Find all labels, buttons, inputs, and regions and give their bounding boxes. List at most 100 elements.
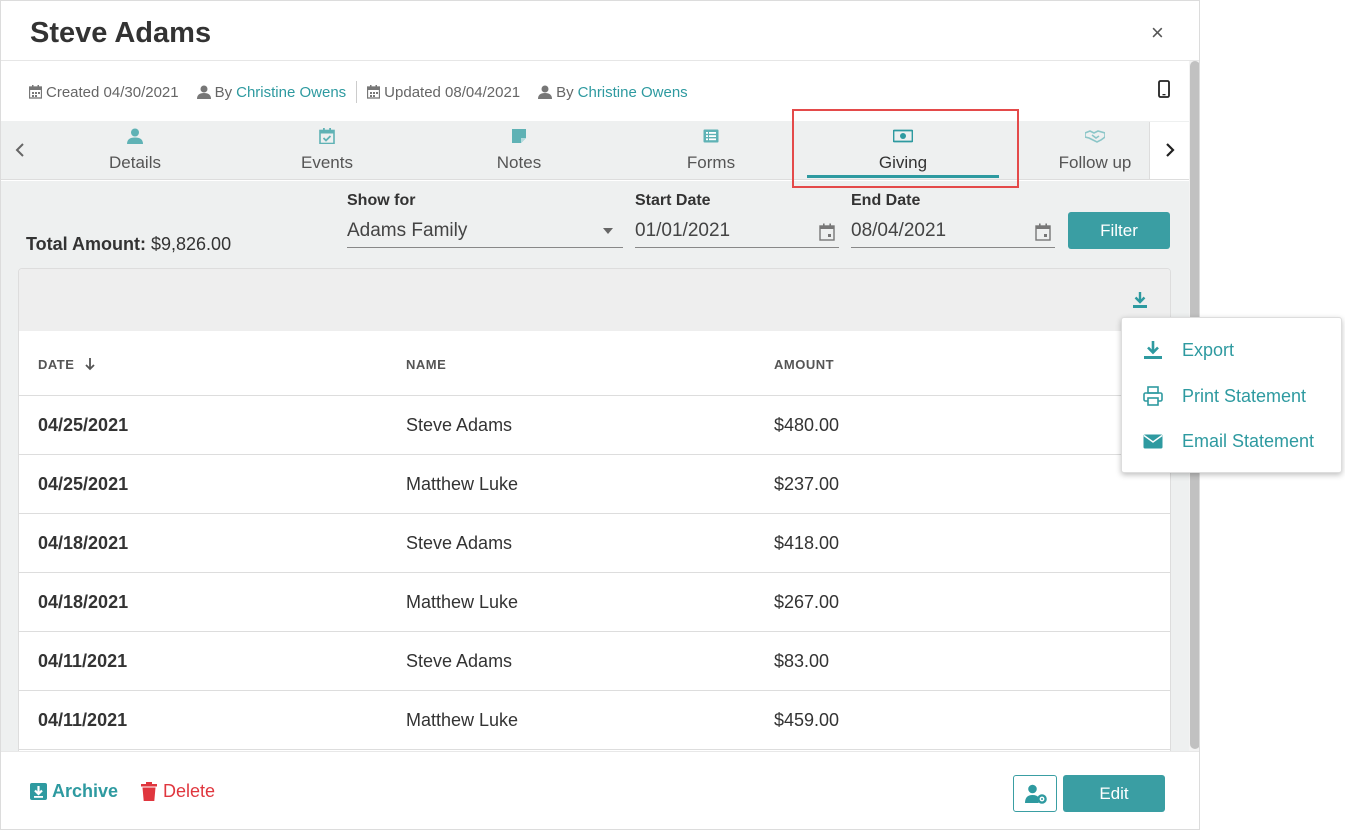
row-amount: $418.00	[774, 533, 840, 553]
calendar-icon	[367, 85, 381, 99]
updated-by-link[interactable]: Christine Owens	[578, 84, 688, 101]
record-tabs: Details Events Notes Forms Giving Follow…	[1, 121, 1189, 180]
tab-label: Forms	[686, 153, 736, 172]
start-date-input[interactable]: 01/01/2021	[635, 212, 839, 248]
user-icon	[196, 85, 211, 99]
archive-button[interactable]: Archive	[30, 781, 118, 802]
end-date-input[interactable]: 08/04/2021	[851, 212, 1055, 248]
table-row[interactable]: 04/25/2021 Steve Adams $480.00	[19, 395, 1170, 454]
tab-label: Giving	[878, 153, 928, 172]
header-divider	[1, 60, 1199, 61]
updated-by-prefix: By	[556, 83, 574, 101]
table-toolbar	[19, 269, 1170, 331]
tab-notes[interactable]: Notes	[439, 121, 599, 180]
show-for-label: Show for	[347, 192, 416, 209]
handshake-icon	[1085, 130, 1105, 143]
money-bill-icon	[893, 129, 913, 143]
calendar-icon[interactable]	[819, 223, 835, 241]
total-amount: Total Amount: $9,826.00	[26, 234, 231, 255]
tab-forms[interactable]: Forms	[631, 121, 791, 180]
tab-label: Details	[109, 153, 161, 172]
chevron-right-icon	[1166, 143, 1175, 157]
row-date: 04/18/2021	[38, 533, 129, 553]
download-icon[interactable]	[1132, 291, 1148, 309]
row-name: Steve Adams	[406, 415, 513, 435]
table-row[interactable]: 04/11/2021 Steve Adams $83.00	[19, 631, 1170, 690]
start-date-value: 01/01/2021	[635, 220, 731, 241]
show-for-select[interactable]: Adams Family	[347, 212, 623, 248]
column-header-name[interactable]: NAME	[406, 357, 446, 372]
delete-button[interactable]: Delete	[141, 781, 215, 802]
menu-item-email-statement[interactable]: Email Statement	[1122, 421, 1343, 461]
row-amount: $480.00	[774, 415, 840, 435]
row-date: 04/25/2021	[38, 474, 129, 494]
menu-item-label: Email Statement	[1182, 431, 1315, 451]
created-by-link[interactable]: Christine Owens	[236, 84, 346, 101]
row-name: Steve Adams	[406, 533, 513, 553]
user-icon	[127, 128, 143, 144]
start-date-label: Start Date	[635, 192, 711, 209]
created-by-prefix: By	[214, 83, 233, 101]
envelope-icon	[1143, 434, 1163, 449]
row-date: 04/11/2021	[38, 651, 128, 671]
archive-label: Archive	[52, 781, 119, 801]
contact-modal: Steve Adams × Created 04/30/2021 By Chri…	[0, 0, 1200, 830]
total-value: $9,826.00	[151, 234, 232, 254]
end-date-value: 08/04/2021	[851, 220, 947, 241]
menu-item-print-statement[interactable]: Print Statement	[1122, 376, 1343, 416]
tab-scroll-next[interactable]	[1149, 122, 1189, 179]
calendar-check-icon	[319, 128, 335, 144]
table-row[interactable]: 04/18/2021 Steve Adams $418.00	[19, 513, 1170, 572]
caret-down-icon	[603, 228, 613, 234]
user-settings-button[interactable]	[1013, 775, 1057, 812]
row-name: Matthew Luke	[406, 592, 519, 612]
mobile-phone-icon[interactable]	[1158, 80, 1170, 98]
row-amount: $459.00	[774, 710, 840, 730]
user-gear-icon	[1025, 784, 1047, 804]
menu-item-label: Export	[1182, 340, 1235, 360]
updated-date: Updated 08/04/2021	[384, 83, 521, 101]
row-name: Matthew Luke	[406, 710, 519, 730]
row-amount: $237.00	[774, 474, 840, 494]
edit-button[interactable]: Edit	[1063, 775, 1165, 812]
row-date: 04/25/2021	[38, 415, 129, 435]
list-icon	[703, 129, 719, 143]
menu-item-export[interactable]: Export	[1122, 330, 1343, 370]
tab-label: Notes	[496, 153, 542, 172]
column-header-amount[interactable]: AMOUNT	[774, 357, 834, 372]
export-menu: Export Print Statement Email Statement	[1121, 317, 1342, 473]
row-date: 04/11/2021	[38, 710, 128, 730]
tab-events[interactable]: Events	[247, 121, 407, 180]
calendar-icon[interactable]	[1035, 223, 1051, 241]
meta-separator	[356, 81, 358, 103]
row-amount: $267.00	[774, 592, 840, 612]
table-row[interactable]: 04/18/2021 Matthew Luke $267.00	[19, 572, 1170, 631]
table-row[interactable]: 04/11/2021 Matthew Luke $459.00	[19, 690, 1170, 749]
row-amount: $83.00	[774, 651, 830, 671]
total-label: Total Amount:	[26, 234, 146, 254]
arrow-down-icon	[84, 358, 95, 371]
created-date: Created 04/30/2021	[46, 83, 179, 101]
filter-button[interactable]: Filter	[1068, 212, 1170, 249]
row-name: Matthew Luke	[406, 474, 519, 494]
tab-details[interactable]: Details	[55, 121, 215, 180]
calendar-icon	[29, 85, 42, 99]
printer-icon	[1143, 386, 1163, 406]
chevron-left-icon[interactable]	[11, 138, 31, 162]
record-meta: Created 04/30/2021 By Christine Owens Up…	[29, 81, 706, 103]
close-icon[interactable]: ×	[1151, 21, 1164, 45]
download-icon	[1144, 341, 1162, 359]
giving-table: DATE NAME AMOUNT 04/25/2021 Steve Adams …	[18, 268, 1171, 758]
user-icon	[538, 85, 553, 99]
menu-item-label: Print Statement	[1182, 386, 1307, 406]
table-row[interactable]: 04/25/2021 Matthew Luke $237.00	[19, 454, 1170, 513]
sticky-note-icon	[512, 129, 526, 143]
trash-icon	[141, 782, 157, 801]
end-date-label: End Date	[851, 192, 921, 209]
tab-giving[interactable]: Giving	[807, 121, 999, 180]
column-header-date[interactable]: DATE	[38, 357, 95, 372]
page-title: Steve Adams	[30, 17, 212, 49]
active-tab-indicator	[807, 175, 999, 178]
archive-download-icon	[30, 783, 47, 800]
row-date: 04/18/2021	[38, 592, 129, 612]
